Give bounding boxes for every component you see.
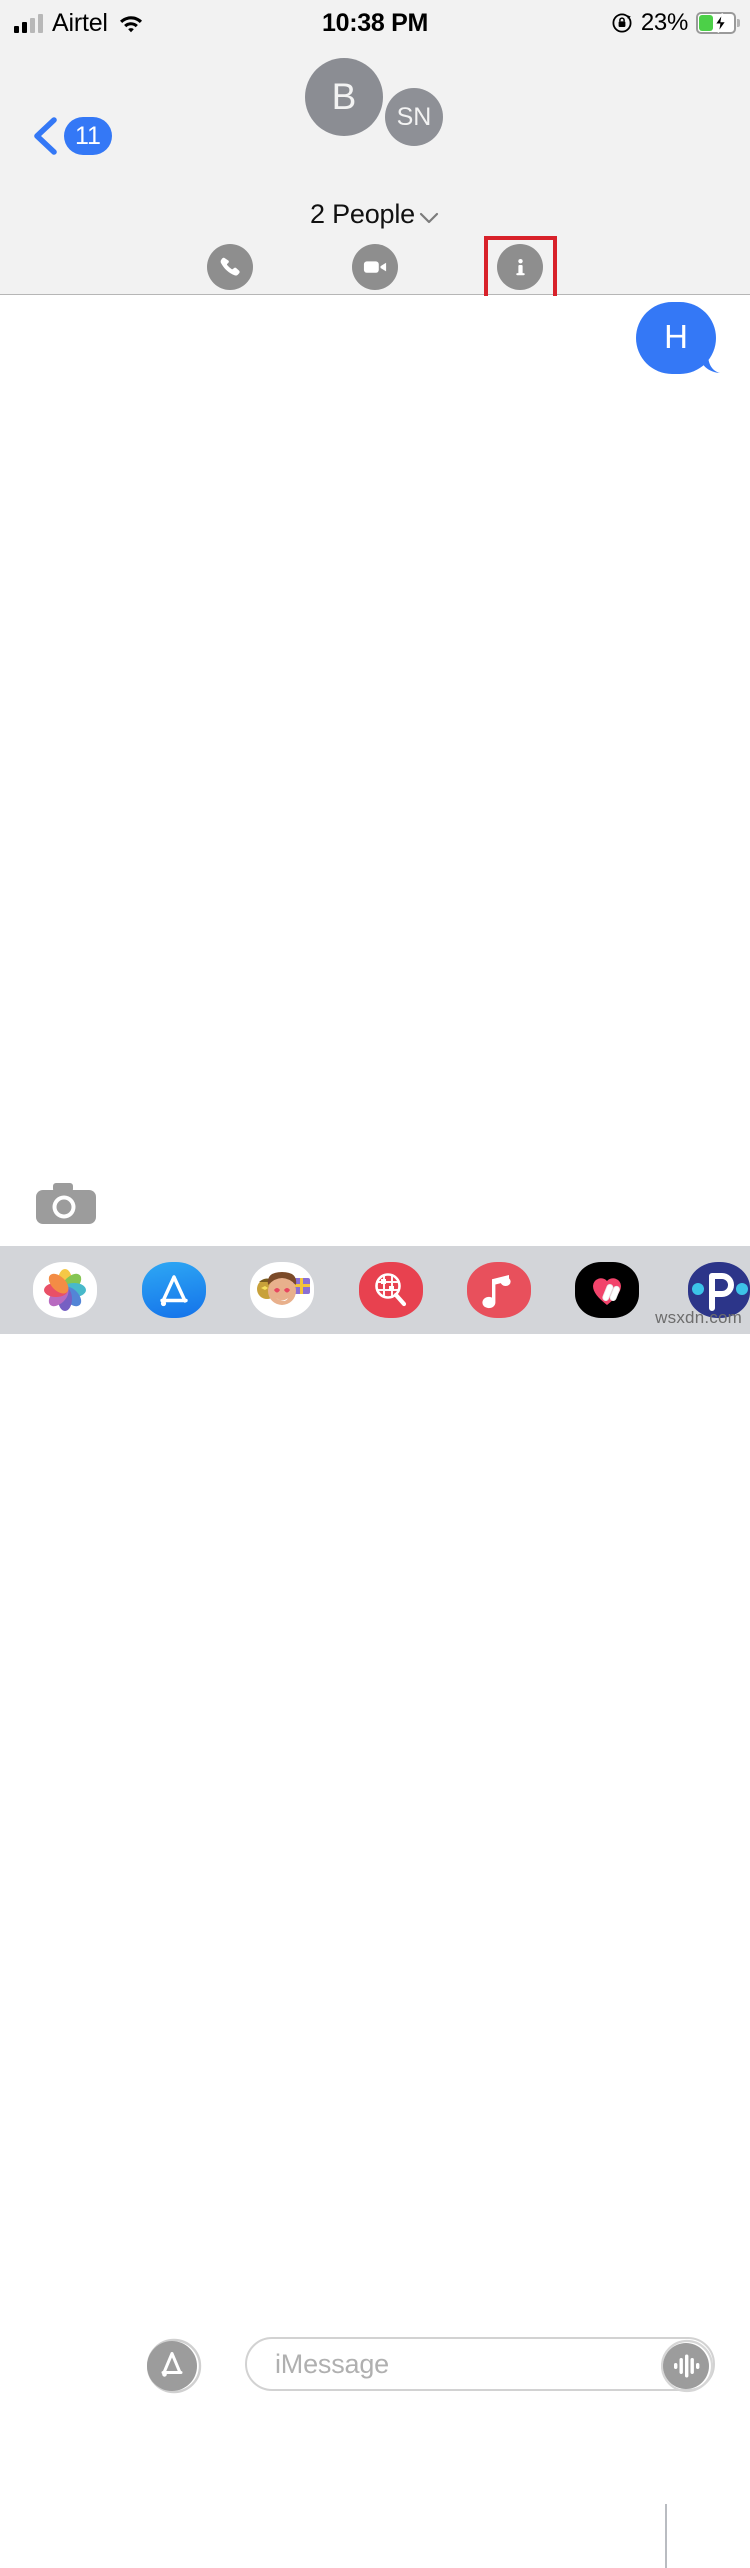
memoji-stickers-app-icon[interactable] [250,1262,314,1318]
apple-music-app-icon[interactable] [467,1262,531,1318]
audio-waveform-icon[interactable] [660,2338,717,2394]
battery-percent-label: 23% [640,9,688,36]
battery-icon [696,12,740,34]
rotation-lock-icon [611,12,633,34]
charging-bolt-icon [709,12,733,34]
message-thread[interactable]: H [0,296,750,1160]
phone-icon [207,244,253,290]
digital-touch-app-icon[interactable] [575,1262,639,1318]
message-text: H [664,318,688,355]
message-input-bar: iMessage [0,1160,750,2394]
camera-icon[interactable] [36,1182,96,1226]
drawer-divider [665,2504,667,2568]
images-search-app-icon[interactable] [359,1262,423,1318]
photos-app-icon[interactable] [33,1262,97,1318]
watermark-label: wsxdn.com [655,1308,742,1327]
avatar-group[interactable]: B SN [0,54,750,146]
message-bubble-outgoing[interactable]: H [636,302,720,374]
message-placeholder: iMessage [275,2348,389,2379]
app-store-icon[interactable] [146,2338,203,2394]
chat-header: 11 B SN 2 People audio [0,46,750,334]
message-input-field[interactable]: iMessage [245,2337,717,2394]
video-camera-icon [352,244,398,290]
status-bar-right: 23% [611,0,740,46]
chevron-down-icon [418,211,440,225]
avatar[interactable]: SN [385,88,443,146]
participants-row[interactable]: 2 People [0,199,750,230]
bubble-body: H [636,302,716,374]
avatar[interactable]: B [305,58,383,136]
imessage-app-drawer [0,1246,750,2568]
info-circle-icon [497,244,543,290]
app-store-app-icon[interactable] [142,1262,206,1318]
clock-label: 10:38 PM [322,8,428,37]
participants-label: 2 People [310,199,415,229]
status-bar: Airtel 10:38 PM 23% [0,0,750,46]
